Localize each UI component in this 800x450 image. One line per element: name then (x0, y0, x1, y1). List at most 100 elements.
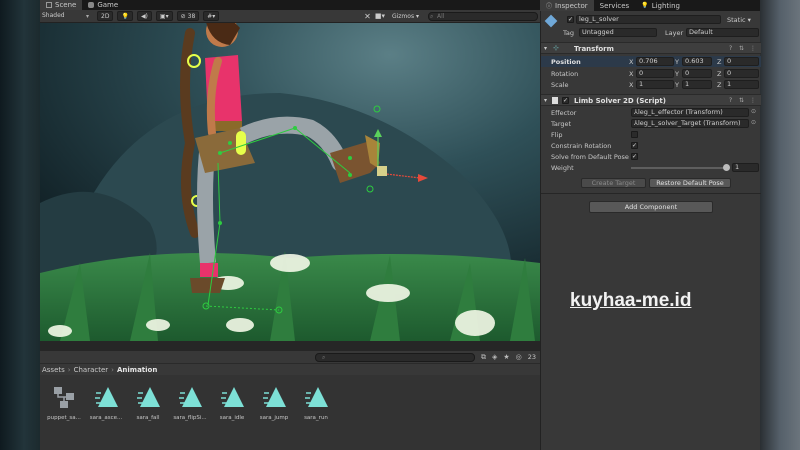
scale-z-label: Z (717, 81, 722, 89)
asset-label: sara_idle (219, 415, 245, 421)
asset-item[interactable]: puppet_sa... (44, 385, 84, 421)
breadcrumb-separator: › (111, 365, 114, 374)
rotation-z-value: 0 (727, 69, 732, 77)
camera-icon[interactable]: ■▾ (375, 12, 385, 20)
more-options-icon[interactable]: ⋮ (750, 46, 756, 52)
asset-label: sara_run (304, 415, 328, 421)
foldout-arrow-icon: ▾ (544, 97, 548, 104)
component-enabled-checkbox[interactable]: ✓ (562, 97, 569, 104)
breadcrumb-assets[interactable]: Assets (42, 366, 65, 374)
animation-clip-icon (221, 387, 244, 407)
visibility-icon[interactable]: ◎ (516, 353, 522, 361)
static-label: Static (727, 16, 746, 24)
breadcrumb-character[interactable]: Character (74, 366, 109, 374)
effects-dropdown[interactable]: ▣▾ (155, 11, 173, 21)
limb-solver-header[interactable]: ▾ ✓ Limb Solver 2D (Script) ? ⇅ ⋮ (541, 94, 761, 106)
tab-lighting[interactable]: 💡 Lighting (635, 0, 686, 11)
asset-item[interactable]: sara_asce... (86, 385, 126, 421)
more-options-icon[interactable]: ⋮ (750, 98, 756, 104)
tab-scene[interactable]: Scene (40, 0, 83, 10)
object-picker-icon[interactable]: ⊙ (751, 109, 757, 115)
breadcrumb-animation[interactable]: Animation (117, 366, 157, 374)
create-target-button[interactable]: Create Target (581, 178, 646, 188)
lightbulb-icon: 💡 (121, 12, 129, 20)
asset-label: sara_fall (136, 415, 160, 421)
asset-label: sara_jump (259, 415, 289, 421)
grid-dropdown[interactable]: #▾ (203, 11, 220, 21)
foldout-arrow-icon: ▾ (544, 45, 548, 52)
scene-search-input[interactable]: ⌕ All (428, 11, 538, 21)
target-label: Target (551, 120, 572, 128)
asset-item[interactable]: sara_run (296, 385, 336, 421)
preset-icon[interactable]: ⇅ (739, 98, 745, 104)
asset-item[interactable]: sara_flipSi... (170, 385, 210, 421)
limb-solver-title: Limb Solver 2D (Script) (574, 97, 666, 105)
gizmos-label: Gizmos (391, 12, 415, 20)
scene-tab-bar: Scene Game (40, 0, 540, 10)
gameobject-name-field[interactable]: leg_L_solver (576, 15, 721, 24)
asset-item[interactable]: sara_jump (254, 385, 294, 421)
tag-dropdown[interactable]: Untagged (579, 28, 657, 37)
tab-inspector-label: Inspector (555, 1, 588, 10)
rotation-x-label: X (629, 70, 634, 78)
weight-slider-handle[interactable] (723, 164, 730, 171)
target-field[interactable]: ⅄leg_L_solver_Target (Transform) (631, 119, 749, 128)
rotation-z-field[interactable]: 0 (724, 69, 759, 78)
weight-slider-track[interactable] (631, 167, 727, 169)
position-x-field[interactable]: 0.706 (636, 57, 674, 66)
scale-z-field[interactable]: 1 (724, 80, 759, 89)
transform-header[interactable]: ▾ ⊹ Transform ? ⇅ ⋮ (541, 42, 761, 54)
2d-toggle-button[interactable]: 2D (97, 11, 114, 21)
filter-by-label-icon[interactable]: ◈ (492, 353, 497, 361)
constrain-rotation-checkbox[interactable]: ✓ (631, 142, 638, 149)
scene-viewport[interactable] (40, 23, 540, 341)
preset-icon[interactable]: ⇅ (739, 46, 745, 52)
rotation-y-field[interactable]: 0 (682, 69, 712, 78)
filter-by-type-icon[interactable]: ⧉ (481, 353, 486, 362)
gameobject-active-checkbox[interactable]: ✓ (567, 16, 574, 23)
tab-scene-label: Scene (55, 1, 77, 9)
favorite-star-icon[interactable]: ★ (503, 353, 509, 361)
layer-dropdown[interactable]: Default (686, 28, 759, 37)
flip-checkbox[interactable] (631, 131, 638, 138)
asset-item[interactable]: sara_idle (212, 385, 252, 421)
static-toggle[interactable]: Static ▾ (727, 16, 751, 24)
solve-default-pose-label: Solve from Default Pose (551, 153, 629, 161)
hidden-count: 38 (187, 12, 196, 20)
gameobject-name-value: leg_L_solver (579, 15, 619, 23)
shading-mode-dropdown[interactable]: Shaded (42, 11, 82, 21)
tools-icon[interactable]: ✕ (364, 12, 371, 21)
position-z-field[interactable]: 0 (724, 57, 759, 66)
transform-title: Transform (574, 45, 614, 53)
tag-value: Untagged (582, 28, 614, 36)
weight-field[interactable]: 1 (732, 163, 759, 172)
tab-services[interactable]: Services (594, 0, 636, 11)
tab-inspector[interactable]: ⓘ Inspector (540, 0, 594, 11)
hidden-objects-button[interactable]: ⊘ 38 (176, 11, 200, 21)
weight-value: 1 (735, 163, 740, 171)
scene-artwork (40, 23, 540, 341)
rotation-x-field[interactable]: 0 (636, 69, 674, 78)
effector-field[interactable]: ⅄leg_L_effector (Transform) (631, 108, 749, 117)
restore-default-pose-button[interactable]: Restore Default Pose (649, 178, 731, 188)
lighting-toggle-button[interactable]: 💡 (117, 11, 133, 21)
tab-game[interactable]: Game (82, 0, 124, 10)
animator-controller-icon (54, 387, 74, 408)
help-icon[interactable]: ? (729, 98, 735, 104)
audio-toggle-button[interactable]: ◀) (136, 11, 152, 21)
scale-y-field[interactable]: 1 (682, 80, 712, 89)
asset-item[interactable]: sara_fall (128, 385, 168, 421)
scale-x-field[interactable]: 1 (636, 80, 674, 89)
project-toolbar: ⌕ ⧉ ◈ ★ ◎ 23 (40, 351, 540, 363)
rotation-label: Rotation (551, 70, 579, 78)
help-icon[interactable]: ? (729, 46, 735, 52)
project-search-input[interactable]: ⌕ (314, 352, 475, 362)
position-y-field[interactable]: 0.603 (682, 57, 712, 66)
object-picker-icon[interactable]: ⊙ (751, 120, 757, 126)
gizmos-dropdown[interactable]: Gizmos ▾ (389, 11, 422, 21)
rotation-z-label: Z (717, 70, 722, 78)
solve-default-pose-checkbox[interactable]: ✓ (631, 153, 638, 160)
add-component-button[interactable]: Add Component (589, 201, 713, 213)
inspector-tab-bar: ⓘ Inspector Services 💡 Lighting (540, 0, 760, 11)
position-y-value: 0.603 (685, 57, 704, 65)
